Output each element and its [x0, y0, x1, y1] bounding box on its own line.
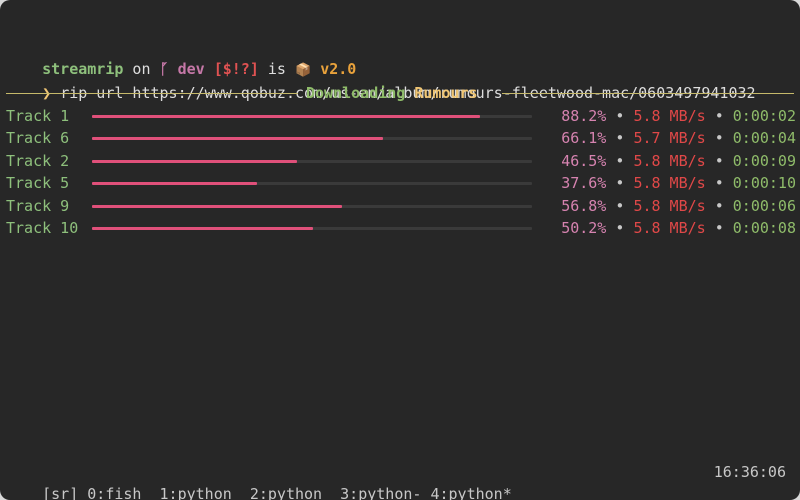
track-row: Track 1 88.2% • 5.8 MB/s • 0:00:02 — [6, 105, 796, 127]
track-name: Track 10 — [6, 219, 79, 237]
separator-dot: • — [714, 107, 724, 125]
track-percent: 56.8% — [561, 196, 607, 215]
tmux-window-tab[interactable]: 1:python — [160, 485, 232, 500]
separator-dot: • — [714, 129, 724, 148]
progress-bar-fill — [92, 115, 481, 118]
progress-bar-fill — [92, 137, 383, 141]
shell-prompt: streamrip on ᚵ dev [$!?] is 📦 v2.0 — [6, 36, 356, 78]
separator-dot: • — [615, 196, 625, 215]
separator-dot: • — [615, 107, 625, 125]
progress-bar-fill — [92, 182, 258, 186]
command-line[interactable]: ❯ rip url https://www.qobuz.com/us-en/al… — [6, 60, 755, 102]
track-stats: 56.8% • 5.8 MB/s • 0:00:06 — [561, 195, 796, 217]
progress-bar-fill — [92, 204, 342, 208]
track-rate: 5.8 MB/s — [633, 107, 706, 125]
separator-dot: • — [615, 174, 625, 193]
track-rate: 5.7 MB/s — [633, 129, 706, 148]
track-eta: 0:00:06 — [732, 196, 796, 215]
separator-dot: • — [615, 129, 625, 148]
track-stats: 50.2% • 5.8 MB/s • 0:00:08 — [561, 217, 796, 239]
track-percent: 50.2% — [561, 219, 607, 237]
separator-dot: • — [714, 196, 724, 215]
track-stats: 88.2% • 5.8 MB/s • 0:00:02 — [561, 105, 796, 127]
progress-bar — [92, 204, 532, 208]
track-row: Track 6 66.1% • 5.7 MB/s • 0:00:04 — [6, 127, 796, 149]
progress-bar — [92, 227, 532, 230]
tmux-window-tab[interactable]: 0:fish — [87, 485, 141, 500]
terminal-window[interactable]: streamrip on ᚵ dev [$!?] is 📦 v2.0 ❯ rip… — [0, 0, 800, 500]
track-percent: 46.5% — [561, 151, 607, 170]
track-name: Track 2 — [6, 151, 70, 170]
tmux-window-list: 0:fish 1:python 2:python 3:python- 4:pyt… — [87, 485, 511, 500]
separator-dot: • — [615, 219, 625, 237]
track-name: Track 6 — [6, 129, 70, 148]
track-eta: 0:00:09 — [732, 151, 796, 170]
progress-bar-fill — [92, 159, 297, 163]
separator-dot: • — [714, 174, 724, 193]
track-name: Track 5 — [6, 174, 70, 193]
track-percent: 66.1% — [561, 129, 607, 148]
track-row: Track 10 50.2% • 5.8 MB/s • 0:00:08 — [6, 217, 796, 239]
download-header: Downloading Rumours — [6, 82, 794, 104]
progress-bar — [92, 182, 532, 186]
progress-bar-fill — [92, 227, 313, 230]
track-rate: 5.8 MB/s — [633, 151, 706, 170]
tmux-window-tab[interactable]: 2:python — [250, 485, 322, 500]
progress-bar — [92, 115, 532, 118]
download-label: Downloading — [306, 84, 406, 102]
separator-dot: • — [714, 219, 724, 237]
track-eta: 0:00:04 — [732, 129, 796, 148]
track-row: Track 5 37.6% • 5.8 MB/s • 0:00:10 — [6, 172, 796, 194]
track-name: Track 1 — [6, 107, 70, 125]
track-stats: 37.6% • 5.8 MB/s • 0:00:10 — [561, 172, 796, 194]
track-row: Track 9 56.8% • 5.8 MB/s • 0:00:06 — [6, 195, 796, 217]
track-eta: 0:00:08 — [732, 219, 796, 237]
download-title: Downloading Rumours — [306, 82, 478, 104]
download-album: Rumours — [414, 84, 478, 102]
track-percent: 88.2% — [561, 107, 607, 125]
progress-bar — [92, 159, 532, 163]
track-eta: 0:00:02 — [732, 107, 796, 125]
separator-dot: • — [615, 151, 625, 170]
tmux-window-tab[interactable]: 4:python* — [430, 485, 511, 500]
header-rule-left — [6, 93, 298, 94]
tmux-clock: 16:36:06 — [713, 463, 786, 481]
track-row: Track 2 46.5% • 5.8 MB/s • 0:00:09 — [6, 150, 796, 172]
track-percent: 37.6% — [561, 174, 607, 193]
track-rate: 5.8 MB/s — [633, 219, 706, 237]
track-rate: 5.8 MB/s — [633, 174, 706, 193]
track-name: Track 9 — [6, 196, 70, 215]
track-stats: 46.5% • 5.8 MB/s • 0:00:09 — [561, 150, 796, 172]
track-eta: 0:00:10 — [732, 174, 796, 193]
tmux-window-tab[interactable]: 3:python- — [340, 485, 421, 500]
track-rate: 5.8 MB/s — [633, 196, 706, 215]
track-stats: 66.1% • 5.7 MB/s • 0:00:04 — [561, 127, 796, 149]
header-rule-right — [502, 93, 794, 94]
tmux-status-bar: [sr] 0:fish 1:python 2:python 3:python- … — [6, 461, 786, 500]
progress-bar — [92, 137, 532, 141]
separator-dot: • — [714, 151, 724, 170]
tmux-session: [sr] — [42, 485, 79, 500]
